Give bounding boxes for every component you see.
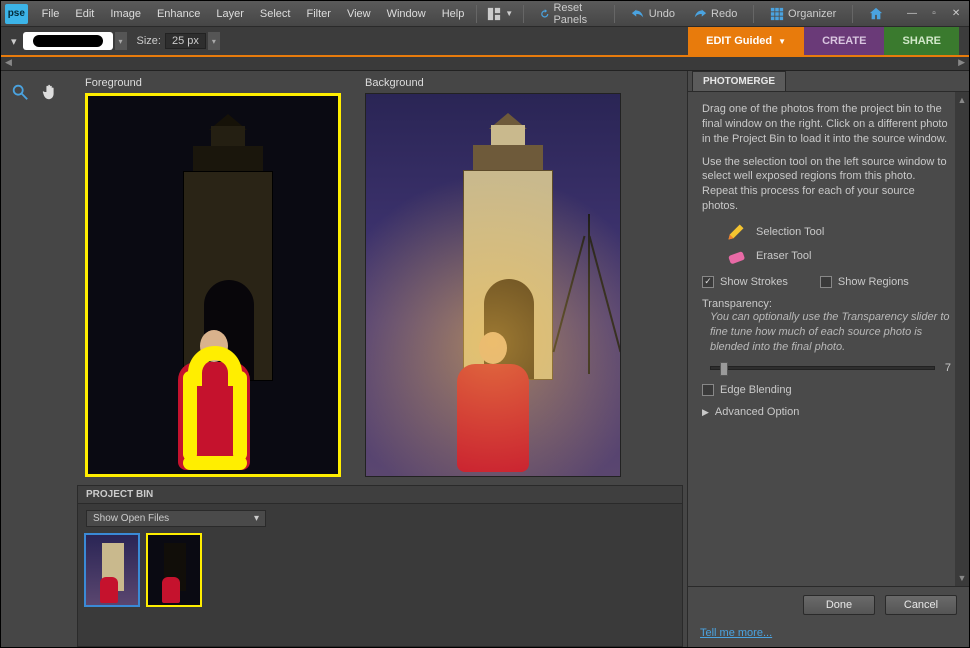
tell-me-more-link[interactable]: Tell me more... [688, 623, 969, 647]
menu-file[interactable]: File [34, 4, 68, 24]
maximize-button[interactable]: ▫ [925, 7, 943, 21]
layout-icon [487, 7, 501, 21]
menu-bar: pse File Edit Image Enhance Layer Select… [1, 1, 969, 27]
minimize-button[interactable]: — [903, 7, 921, 21]
bin-filter-dropdown[interactable]: Show Open Files ▾ [86, 510, 266, 527]
selection-tool-button[interactable]: Selection Tool [726, 222, 951, 242]
organizer-label: Organizer [788, 8, 836, 20]
separator [614, 5, 615, 23]
panel-tab-photomerge[interactable]: PHOTOMERGE [692, 71, 786, 91]
magnifier-icon [11, 83, 29, 101]
menu-view[interactable]: View [339, 4, 379, 24]
tool-palette [1, 71, 73, 647]
panel-scrollbar[interactable]: ▲▼ [955, 92, 969, 586]
menu-help[interactable]: Help [434, 4, 473, 24]
hand-icon [41, 83, 59, 101]
transparency-slider[interactable] [710, 366, 935, 370]
brush-preview[interactable] [23, 32, 113, 50]
instruction-text-2: Use the selection tool on the left sourc… [702, 155, 951, 214]
eraser-tool-label: Eraser Tool [756, 250, 811, 262]
chevron-right-icon: ▶ [702, 407, 709, 418]
redo-button[interactable]: Redo [687, 4, 743, 24]
foreground-image[interactable] [85, 93, 341, 477]
show-strokes-checkbox[interactable]: ✓ [702, 276, 714, 288]
show-regions-label: Show Regions [838, 276, 909, 288]
layout-button[interactable]: ▼ [481, 4, 519, 24]
undo-label: Undo [649, 8, 675, 20]
tab-scroll: ◀ ▶ [1, 57, 969, 71]
separator [523, 5, 524, 23]
undo-button[interactable]: Undo [625, 4, 681, 24]
chevron-down-icon: ▼ [778, 37, 786, 46]
menu-filter[interactable]: Filter [298, 4, 338, 24]
size-field[interactable]: 25 px [165, 33, 206, 49]
right-panel: PHOTOMERGE ▲▼ Drag one of the photos fro… [687, 71, 969, 647]
chevron-down-icon: ▾ [254, 513, 259, 524]
hand-tool[interactable] [39, 81, 61, 103]
size-label: Size: [137, 35, 161, 47]
mode-edit-sub: Guided [734, 35, 772, 47]
project-bin-header[interactable]: PROJECT BIN [77, 485, 683, 504]
show-regions-checkbox[interactable] [820, 276, 832, 288]
scroll-right-icon[interactable]: ▶ [958, 57, 965, 70]
edge-blending-checkbox[interactable] [702, 384, 714, 396]
selection-tool-label: Selection Tool [756, 226, 824, 238]
close-button[interactable]: ✕ [947, 7, 965, 21]
advanced-option-toggle[interactable]: ▶ Advanced Option [702, 406, 951, 418]
reset-panels-label: Reset Panels [553, 2, 598, 26]
advanced-option-label: Advanced Option [715, 406, 799, 418]
brush-dropdown[interactable]: ▾ [115, 32, 127, 50]
pencil-icon [726, 222, 746, 242]
done-button[interactable]: Done [803, 595, 875, 615]
eraser-icon [726, 246, 746, 266]
bin-thumb-1[interactable] [86, 535, 138, 605]
scroll-left-icon[interactable]: ◀ [5, 57, 12, 70]
transparency-hint: You can optionally use the Transparency … [702, 310, 951, 355]
redo-icon [693, 7, 707, 21]
mode-share-tab[interactable]: SHARE [884, 27, 959, 55]
options-toolbar: ▾ ▾ Size: 25 px ▾ EDIT Guided ▼ CREATE S… [1, 27, 969, 57]
zoom-tool[interactable] [9, 81, 31, 103]
edge-blending-label: Edge Blending [720, 384, 792, 396]
instruction-text-1: Drag one of the photos from the project … [702, 102, 951, 147]
bin-thumb-2[interactable] [148, 535, 200, 605]
home-button[interactable] [863, 4, 889, 24]
separator [753, 5, 754, 23]
background-image[interactable] [365, 93, 621, 477]
refresh-icon [540, 7, 550, 21]
transparency-value: 7 [945, 362, 951, 374]
menu-window[interactable]: Window [379, 4, 434, 24]
menu-select[interactable]: Select [252, 4, 299, 24]
menu-image[interactable]: Image [102, 4, 149, 24]
organizer-button[interactable]: Organizer [764, 4, 842, 24]
grid-icon [770, 7, 784, 21]
mode-edit-tab[interactable]: EDIT Guided ▼ [688, 27, 804, 55]
redo-label: Redo [711, 8, 737, 20]
menu-enhance[interactable]: Enhance [149, 4, 208, 24]
size-dropdown[interactable]: ▾ [208, 32, 220, 50]
background-label: Background [365, 75, 621, 93]
menu-layer[interactable]: Layer [208, 4, 252, 24]
separator [852, 5, 853, 23]
mode-create-tab[interactable]: CREATE [804, 27, 884, 55]
chevron-down-icon[interactable]: ▾ [11, 35, 17, 48]
foreground-label: Foreground [85, 75, 341, 93]
separator [476, 5, 477, 23]
transparency-label: Transparency: [702, 298, 951, 310]
undo-icon [631, 7, 645, 21]
project-bin: Show Open Files ▾ [77, 504, 683, 647]
eraser-tool-button[interactable]: Eraser Tool [726, 246, 951, 266]
reset-panels-button[interactable]: Reset Panels [534, 0, 604, 29]
mode-edit-label: EDIT [706, 35, 731, 47]
home-icon [869, 7, 883, 21]
menu-edit[interactable]: Edit [67, 4, 102, 24]
cancel-button[interactable]: Cancel [885, 595, 957, 615]
bin-filter-label: Show Open Files [93, 513, 169, 524]
app-logo: pse [5, 4, 28, 24]
show-strokes-label: Show Strokes [720, 276, 788, 288]
